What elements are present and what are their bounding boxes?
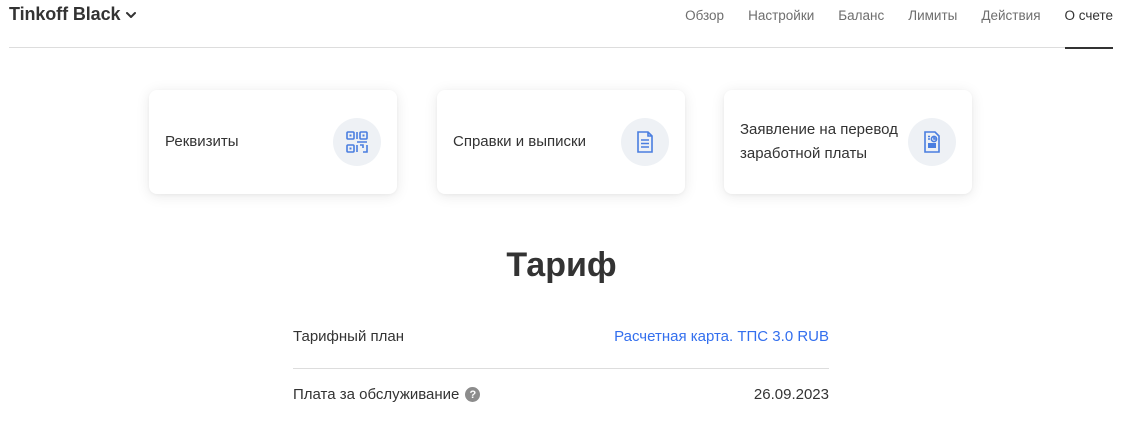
tab-settings[interactable]: Настройки xyxy=(748,0,814,48)
card-statements-label: Справки и выписки xyxy=(453,133,586,150)
tariff-title: Тариф xyxy=(506,246,617,284)
service-fee-label: Плата за обслуживание xyxy=(293,386,460,403)
service-fee-value: 26.09.2023 xyxy=(753,386,829,403)
tab-about-account[interactable]: О счете xyxy=(1064,0,1114,49)
account-header: Tinkoff Black Обзор Настройки Баланс Лим… xyxy=(9,0,1114,49)
salary-document-icon xyxy=(908,118,956,166)
tariff-plan-row: Тарифный план Расчетная карта. ТПС 3.0 R… xyxy=(293,328,829,345)
service-fee-row: Плата за обслуживание ? 26.09.2023 xyxy=(293,386,829,403)
card-requisites-label: Реквизиты xyxy=(165,133,239,150)
account-tabs: Обзор Настройки Баланс Лимиты Действия О… xyxy=(685,0,1114,49)
tariff-plan-link[interactable]: Расчетная карта. ТПС 3.0 RUB xyxy=(614,328,829,345)
service-fee-label-group: Плата за обслуживание ? xyxy=(293,386,481,403)
chevron-down-icon xyxy=(126,11,137,18)
divider xyxy=(293,368,829,369)
tab-actions[interactable]: Действия xyxy=(981,0,1040,48)
qr-code-icon xyxy=(333,118,381,166)
product-selector[interactable]: Tinkoff Black xyxy=(9,4,137,25)
tariff-plan-label: Тарифный план xyxy=(293,328,405,345)
document-list-icon xyxy=(621,118,669,166)
tab-balance[interactable]: Баланс xyxy=(838,0,884,48)
product-title: Tinkoff Black xyxy=(9,4,121,24)
card-salary-transfer-label: Заявление на перевод заработной платы xyxy=(740,121,898,162)
tab-limits[interactable]: Лимиты xyxy=(908,0,957,48)
tab-overview[interactable]: Обзор xyxy=(685,0,724,48)
question-icon[interactable]: ? xyxy=(465,387,481,402)
card-requisites[interactable]: Реквизиты xyxy=(149,90,397,194)
card-statements[interactable]: Справки и выписки xyxy=(437,90,685,194)
card-salary-transfer[interactable]: Заявление на перевод заработной платы xyxy=(724,90,972,194)
